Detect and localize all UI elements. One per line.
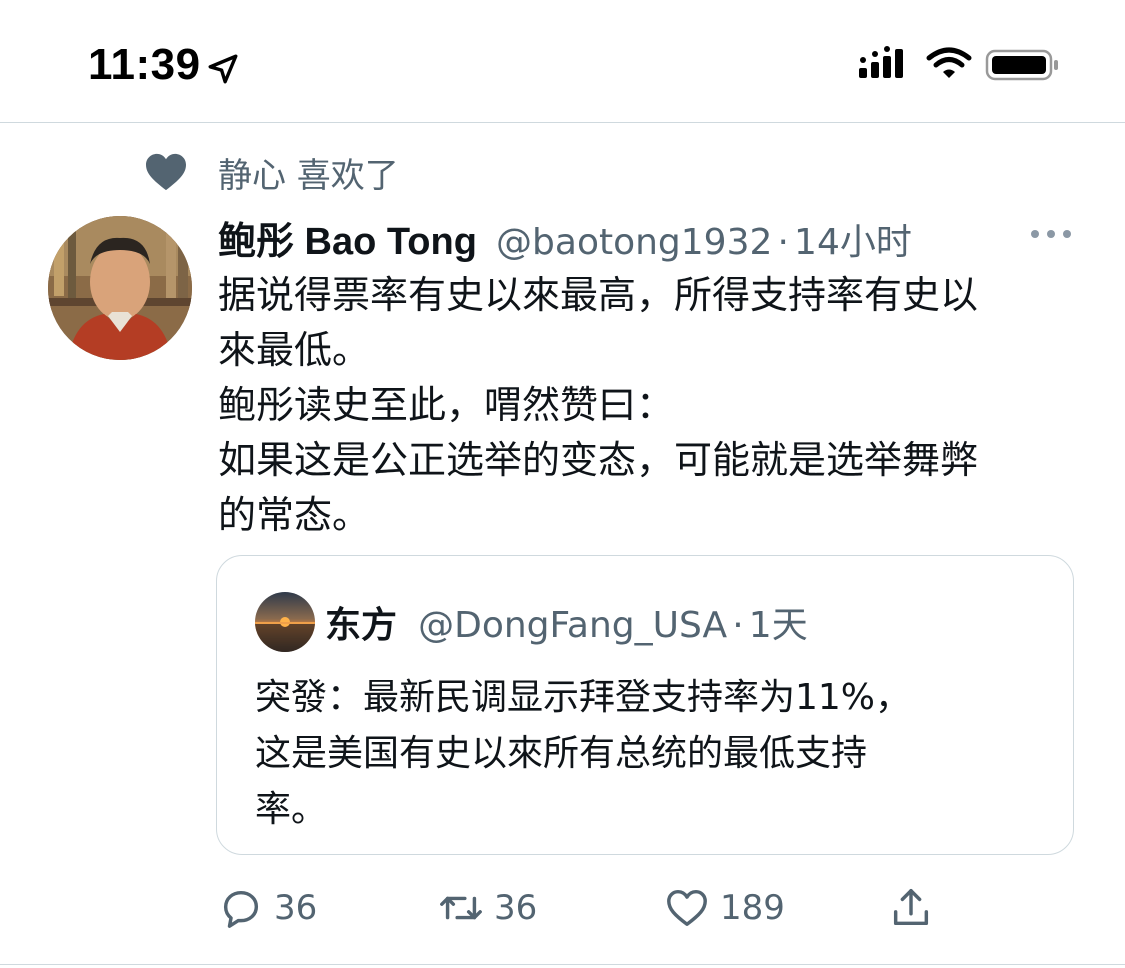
sunset-avatar-image	[255, 592, 315, 652]
tweet-action-bar: 36 36 189	[0, 880, 1125, 936]
like-icon	[667, 889, 707, 927]
header-separator: ·	[777, 222, 789, 263]
author-avatar[interactable]	[48, 216, 192, 360]
top-divider	[0, 122, 1125, 123]
author-name[interactable]: 鲍彤 Bao Tong	[218, 221, 477, 263]
quoted-author-handle[interactable]: @DongFang_USA	[418, 605, 727, 646]
reply-count: 36	[274, 888, 318, 928]
more-horizontal-icon[interactable]	[1028, 226, 1074, 242]
tweet-text-line: 鲍彤读史至此，喟然赞曰：	[218, 383, 675, 427]
social-context[interactable]: 静心 喜欢了	[0, 140, 1125, 200]
location-arrow-icon	[208, 54, 238, 84]
tweet-text: 据说得票率有史以來最高，所得支持率有史以 來最低。 鲍彤读史至此，喟然赞曰： 如…	[218, 268, 1088, 543]
quoted-tweet-text: 突發：最新民调显示拜登支持率为11%， 这是美国有史以來所有总统的最低支持 率。	[255, 670, 1035, 838]
reply-icon	[223, 890, 259, 928]
avatar-image	[48, 216, 192, 360]
tweet-text-line: 据说得票率有史以來最高，所得支持率有史以	[218, 273, 979, 317]
status-bar: 11:39	[0, 0, 1125, 122]
share-icon	[893, 889, 929, 926]
quoted-header-separator: ·	[732, 605, 744, 646]
retweet-button[interactable]: 36	[438, 880, 537, 936]
wifi-icon	[926, 47, 972, 78]
cellular-signal-icon	[859, 46, 903, 78]
tweet-text-line: 的常态。	[218, 493, 371, 537]
tweet-header: 鲍彤 Bao Tong @baotong1932 · 14小时	[218, 210, 1098, 263]
quoted-tweet-card[interactable]: 东方 @DongFang_USA · 1天 突發：最新民调显示拜登支持率为11%…	[216, 555, 1074, 855]
tweet-text-line: 來最低。	[218, 328, 371, 372]
quoted-tweet-timestamp: 1天	[748, 605, 808, 646]
like-button[interactable]: 189	[664, 880, 785, 936]
tweet-timestamp[interactable]: 14小时	[794, 222, 912, 263]
tweet-text-line: 如果这是公正选举的变态，可能就是选举舞弊	[218, 438, 979, 482]
heart-filled-icon	[146, 153, 186, 191]
battery-icon	[985, 49, 1058, 81]
retweet-icon	[440, 896, 482, 920]
quoted-tweet-header: 东方 @DongFang_USA · 1天	[325, 596, 808, 648]
quoted-author-avatar[interactable]	[255, 592, 315, 652]
retweet-count: 36	[494, 888, 538, 928]
reply-button[interactable]: 36	[218, 880, 317, 936]
quoted-text-line: 突發：最新民调显示拜登支持率为11%，	[255, 677, 912, 718]
quoted-text-line: 这是美国有史以來所有总统的最低支持	[255, 733, 868, 774]
social-context-text: 静心 喜欢了	[218, 156, 399, 196]
quoted-text-line: 率。	[255, 789, 328, 830]
bottom-divider	[0, 964, 1125, 965]
quoted-author-name[interactable]: 东方	[325, 605, 397, 646]
like-count: 189	[720, 888, 785, 928]
status-time: 11:39	[88, 40, 201, 89]
share-button[interactable]	[888, 880, 934, 936]
author-handle[interactable]: @baotong1932	[496, 222, 772, 263]
